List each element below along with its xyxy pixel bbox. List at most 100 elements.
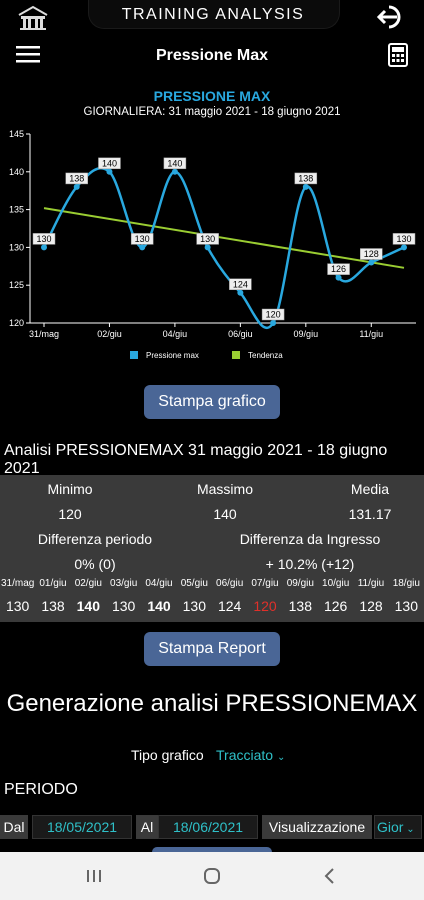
trend-line	[43, 207, 405, 269]
chart-type-select[interactable]: Tracciato ⌄	[216, 747, 285, 763]
menu-icon[interactable]	[14, 42, 42, 66]
x-tick-label: 06/giu	[228, 329, 253, 339]
day-value: 130	[111, 598, 136, 614]
data-label: 130	[36, 234, 51, 244]
print-report-button[interactable]: Stampa Report	[144, 632, 280, 666]
data-point	[106, 168, 113, 175]
avg-value: 131.17	[348, 506, 392, 522]
day-label: 06/giu	[216, 578, 244, 589]
data-label: 128	[364, 249, 379, 259]
data-label: 140	[167, 158, 182, 168]
day-value: 126	[323, 598, 348, 614]
back-nav-icon[interactable]	[316, 864, 344, 888]
print-chart-button[interactable]: Stampa grafico	[144, 385, 280, 419]
day-label: 03/giu	[110, 578, 138, 589]
chevron-down-icon: ⌄	[276, 752, 286, 763]
x-tick-label: 11/giu	[359, 329, 383, 339]
diff-period-value: 0% (0)	[74, 556, 116, 572]
day-value: 138	[288, 598, 312, 614]
day-value: 120	[253, 598, 277, 614]
view-value: Gior	[377, 819, 404, 835]
home-icon[interactable]	[16, 4, 50, 32]
day-value: 130	[182, 598, 206, 614]
chevron-down-icon: ⌄	[403, 824, 415, 835]
legend-swatch	[232, 351, 240, 359]
y-tick-label: 135	[9, 205, 24, 215]
day-value: 128	[359, 598, 383, 614]
day-label: 07/giu	[251, 578, 279, 589]
calculator-icon[interactable]	[386, 42, 410, 68]
recent-apps-icon[interactable]	[80, 864, 108, 888]
data-label: 130	[396, 234, 411, 244]
data-label: 130	[135, 234, 150, 244]
day-value: 130	[394, 598, 418, 614]
data-point	[171, 168, 178, 175]
to-label: Al	[136, 815, 158, 839]
page-title: Pressione Max	[155, 47, 269, 64]
day-value: 140	[147, 598, 171, 614]
y-tick-label: 120	[9, 318, 24, 328]
y-tick-label: 145	[9, 129, 24, 139]
line-chart: 120 125 130 135 140 145 31/mag 02/giu 04/giu 06/g…	[9, 129, 416, 360]
data-label: 130	[200, 234, 215, 244]
min-value: 120	[58, 506, 82, 522]
x-tick-label: 02/giu	[97, 329, 122, 339]
period-label: PERIODO	[4, 781, 78, 798]
max-label: Massimo	[196, 481, 253, 497]
diff-period-label: Differenza periodo	[37, 531, 153, 547]
day-label: 18/giu	[392, 578, 420, 589]
data-point	[204, 244, 211, 251]
from-label: Dal	[0, 815, 28, 839]
y-tick-label: 130	[9, 242, 24, 252]
day-label: 04/giu	[145, 578, 173, 589]
data-label: 126	[331, 264, 346, 274]
generation-title: Generazione analisi PRESSIONEMAX	[6, 690, 418, 717]
diff-entry-value: + 10.2% (+12)	[265, 556, 355, 572]
day-label: 11/giu	[357, 578, 385, 589]
min-label: Minimo	[47, 481, 93, 497]
legend-label: Tendenza	[248, 351, 283, 360]
x-tick-label: 09/giu	[294, 329, 319, 339]
day-label: 02/giu	[74, 578, 102, 589]
day-value: 140	[76, 598, 100, 614]
data-label: 138	[298, 173, 313, 183]
legend-label: Pressione max	[146, 351, 199, 360]
data-point	[41, 244, 47, 251]
system-nav-bar	[0, 852, 424, 900]
view-select[interactable]: Gior ⌄	[374, 815, 422, 839]
logout-icon[interactable]	[374, 3, 410, 31]
chart-type-label: Tipo grafico	[131, 747, 204, 763]
app-title: TRAINING ANALYSIS	[121, 6, 305, 23]
max-value: 140	[213, 506, 237, 522]
daily-values: 31/mag 130 01/giu 138 02/giu 140 03/giu 130 04/g…	[0, 578, 424, 622]
stats-table: Minimo Massimo Media 120 140 131.17 Diff…	[0, 475, 424, 622]
day-label: 01/giu	[39, 578, 67, 589]
x-tick-label: 04/giu	[163, 329, 188, 339]
view-label: Visualizzazione	[262, 815, 372, 839]
data-point	[139, 244, 146, 251]
x-tick-label: 31/mag	[29, 329, 59, 339]
data-point	[302, 183, 309, 190]
day-label: 10/giu	[322, 578, 350, 589]
chart-subtitle: GIORNALIERA: 31 maggio 2021 - 18 giugno …	[83, 106, 341, 118]
chart-title: PRESSIONE MAX	[153, 88, 271, 104]
day-value: 124	[217, 598, 242, 614]
data-label: 138	[69, 173, 84, 183]
data-label: 140	[102, 158, 117, 168]
data-point	[270, 320, 277, 326]
day-value: 138	[41, 598, 65, 614]
y-tick-label: 140	[9, 167, 24, 177]
y-tick-label: 125	[9, 280, 24, 290]
chart-type-value: Tracciato	[216, 747, 274, 763]
data-point	[401, 244, 407, 251]
data-label: 124	[233, 279, 248, 289]
data-point	[368, 259, 375, 266]
series-line	[42, 166, 405, 329]
to-date-field[interactable]: 18/06/2021	[158, 815, 258, 839]
data-point	[73, 183, 80, 190]
avg-label: Media	[350, 481, 390, 497]
day-value: 130	[5, 598, 30, 614]
from-date-field[interactable]: 18/05/2021	[32, 815, 132, 839]
analysis-title: Analisi PRESSIONEMAX 31 maggio 2021 - 18…	[4, 442, 388, 477]
home-nav-icon[interactable]	[198, 864, 226, 888]
